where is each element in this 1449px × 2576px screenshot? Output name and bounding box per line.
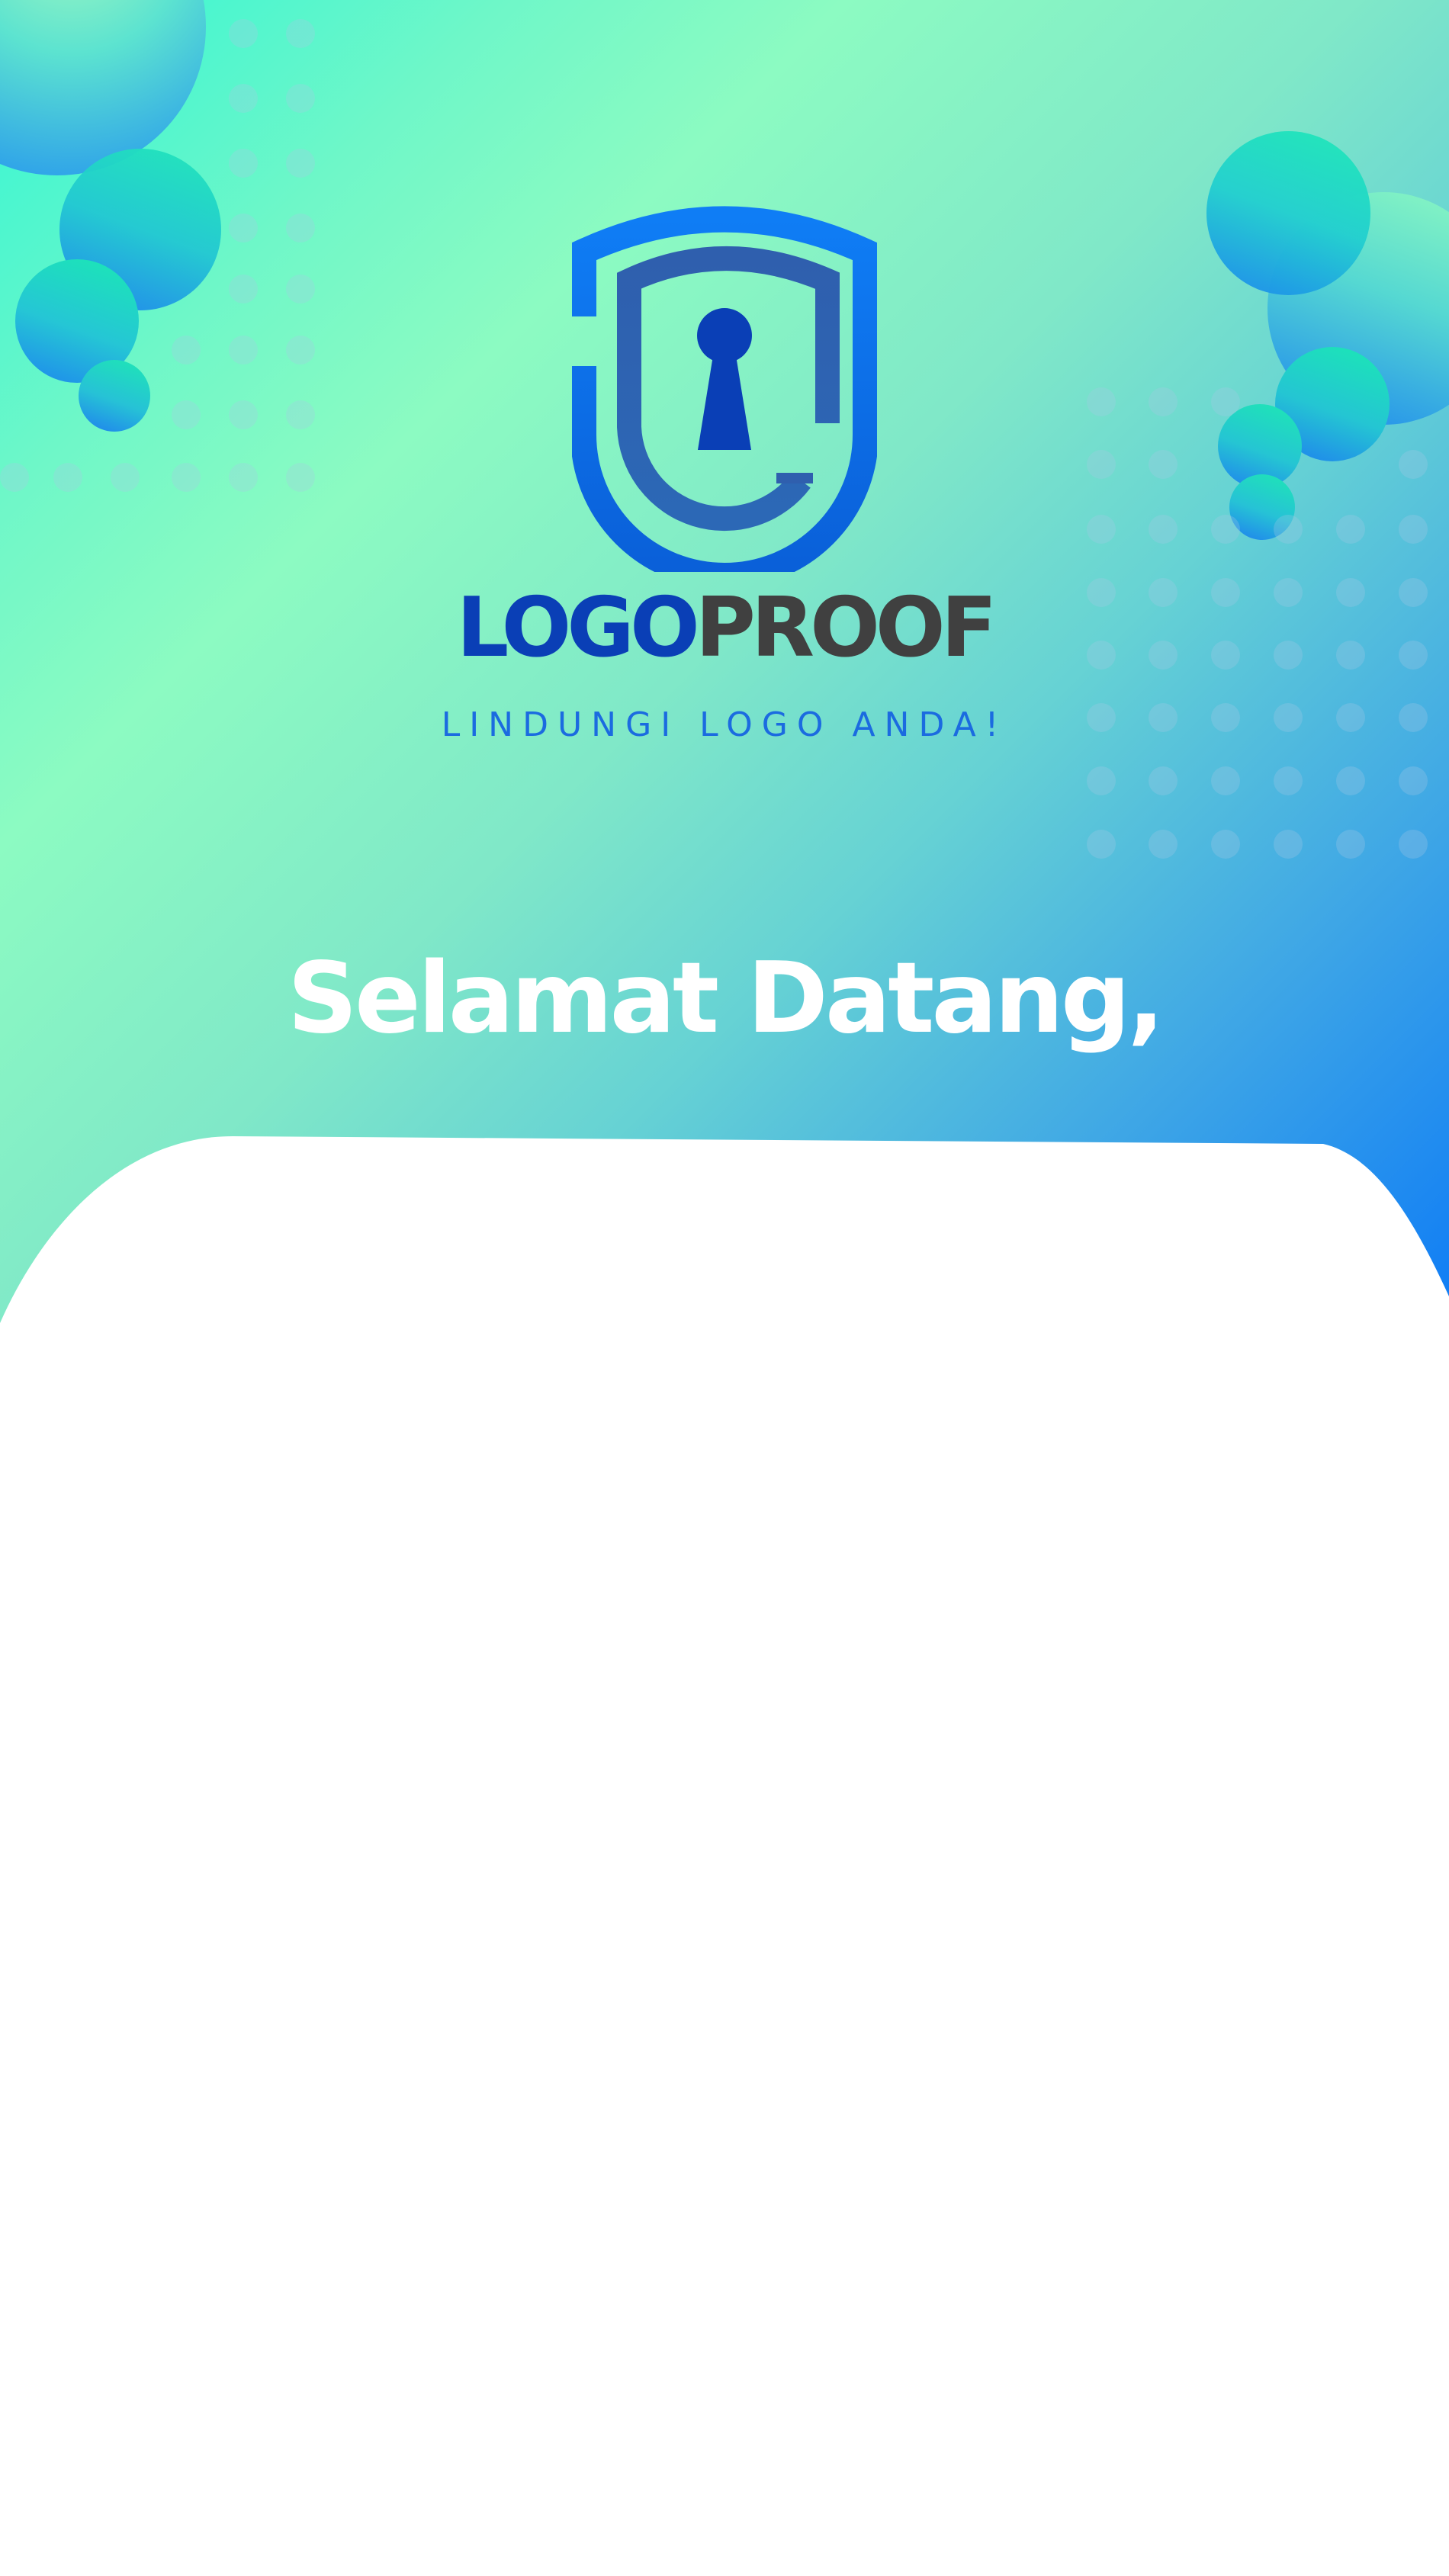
splash-screen: LOGOPROOF LINDUNGI LOGO ANDA! Selamat Da… (0, 0, 1449, 2576)
brand-name: LOGOPROOF (0, 587, 1449, 670)
app-logo (0, 206, 1449, 572)
brand-name-second: PROOF (695, 580, 998, 676)
welcome-heading: Selamat Datang, (287, 942, 1165, 1055)
tagline: LINDUNGI LOGO ANDA! (441, 705, 1008, 744)
brand-name-first: LOGO (456, 580, 700, 676)
bubble-decoration (0, 0, 206, 175)
bottom-sheet (0, 1136, 1449, 2576)
shield-keyhole-icon (572, 206, 877, 572)
